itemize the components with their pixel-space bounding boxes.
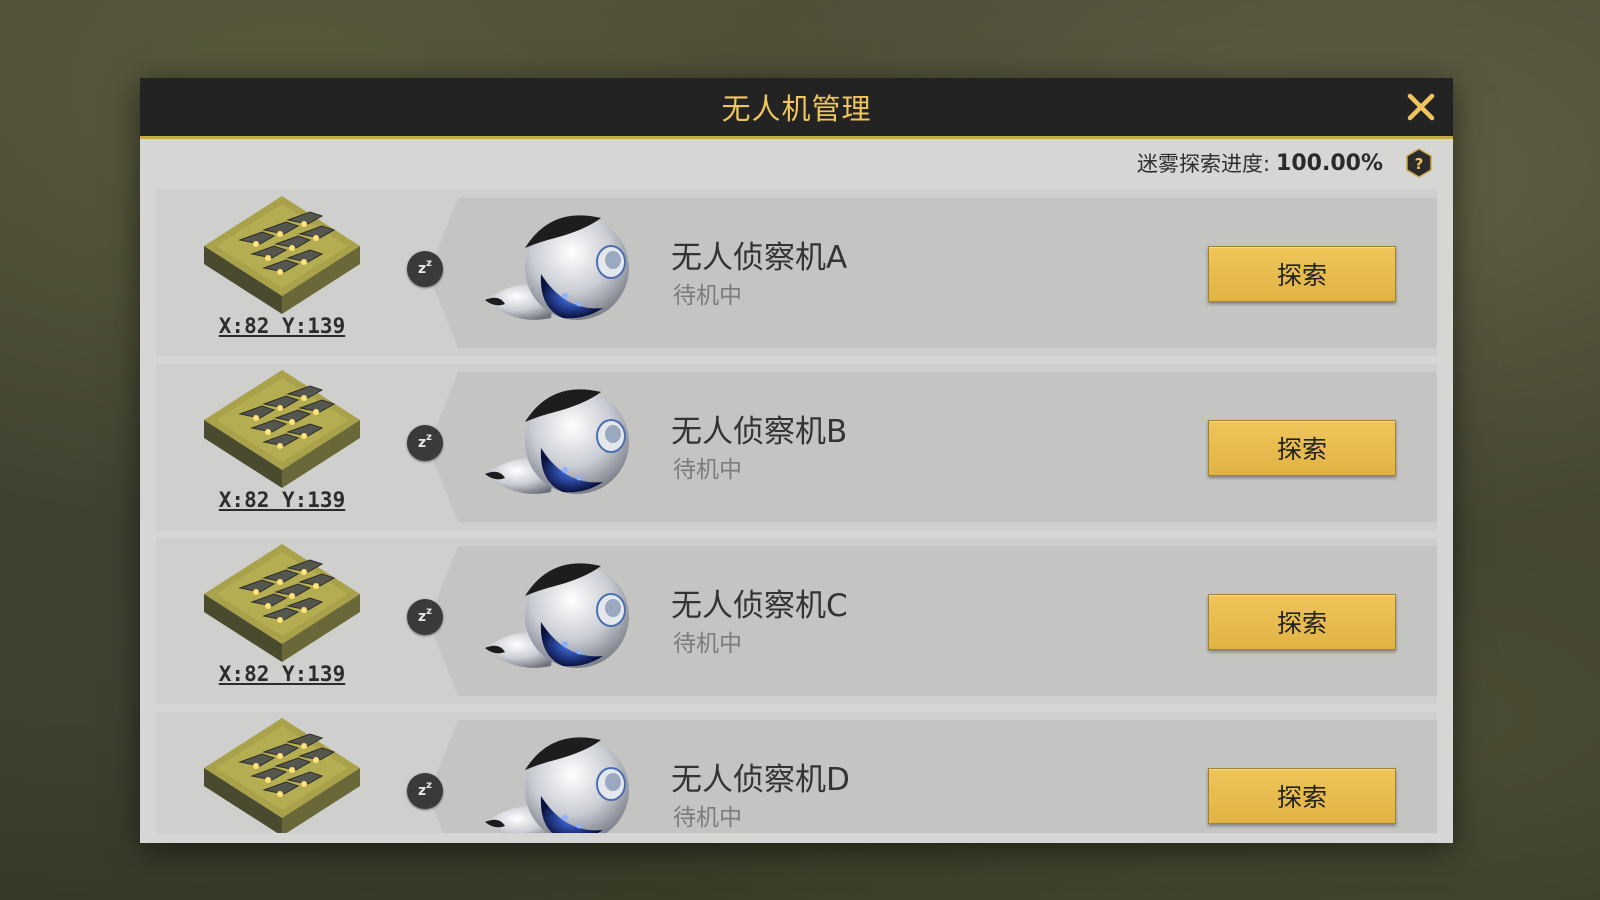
fog-progress-label: 迷雾探索进度: — [1136, 152, 1271, 176]
drone-name: 无人侦察机A — [671, 240, 848, 276]
base-coordinates-link[interactable]: X:82 Y:139 — [202, 662, 362, 686]
explore-button[interactable]: 探索 — [1208, 420, 1396, 476]
drone-row-4: zz 无人侦察机D 待机中 探索 — [156, 712, 1437, 833]
dialog-titlebar: 无人机管理 — [140, 78, 1453, 139]
explore-button[interactable]: 探索 — [1208, 768, 1396, 824]
drone-base-tile-icon — [204, 196, 360, 314]
sleep-zz-icon: zz — [407, 251, 443, 287]
close-icon[interactable] — [1403, 89, 1439, 125]
drone-status: 待机中 — [673, 457, 742, 483]
scout-drone-icon — [485, 563, 629, 668]
drone-status: 待机中 — [673, 805, 742, 831]
drone-name: 无人侦察机C — [671, 588, 848, 624]
drone-list[interactable]: X:82 Y:139 zz 无人侦察机A 待机中 探索 X:82 Y:139 z… — [156, 190, 1437, 833]
sleep-zz-icon: zz — [407, 599, 443, 635]
drone-row-3: X:82 Y:139 zz 无人侦察机C 待机中 探索 — [156, 538, 1437, 704]
sleep-zz-icon: zz — [407, 773, 443, 809]
help-hexagon-icon[interactable]: ? — [1405, 148, 1433, 178]
base-coordinates-link[interactable]: X:82 Y:139 — [202, 314, 362, 338]
drone-status: 待机中 — [673, 283, 742, 309]
sleep-zz-icon: zz — [407, 425, 443, 461]
fog-progress: 迷雾探索进度: 100.00% ? — [1137, 148, 1433, 178]
drone-base-tile-icon — [204, 370, 360, 488]
explore-button[interactable]: 探索 — [1208, 246, 1396, 302]
scout-drone-icon — [485, 215, 629, 320]
drone-row-1: X:82 Y:139 zz 无人侦察机A 待机中 探索 — [156, 190, 1437, 356]
drone-row-2: X:82 Y:139 zz 无人侦察机B 待机中 探索 — [156, 364, 1437, 530]
scout-drone-icon — [485, 389, 629, 494]
drone-management-dialog: 无人机管理 迷雾探索进度: 100.00% ? X:82 Y:139 z z 无… — [140, 78, 1453, 843]
fog-progress-value: 100.00% — [1276, 150, 1383, 176]
explore-button[interactable]: 探索 — [1208, 594, 1396, 650]
dialog-title: 无人机管理 — [721, 92, 872, 126]
base-coordinates-link[interactable]: X:82 Y:139 — [202, 488, 362, 512]
scout-drone-icon — [485, 737, 629, 833]
drone-name: 无人侦察机D — [671, 762, 850, 798]
drone-base-tile-icon — [204, 718, 360, 833]
drone-base-tile-icon — [204, 544, 360, 662]
svg-text:?: ? — [1415, 155, 1424, 173]
drone-status: 待机中 — [673, 631, 742, 657]
drone-name: 无人侦察机B — [671, 414, 848, 450]
